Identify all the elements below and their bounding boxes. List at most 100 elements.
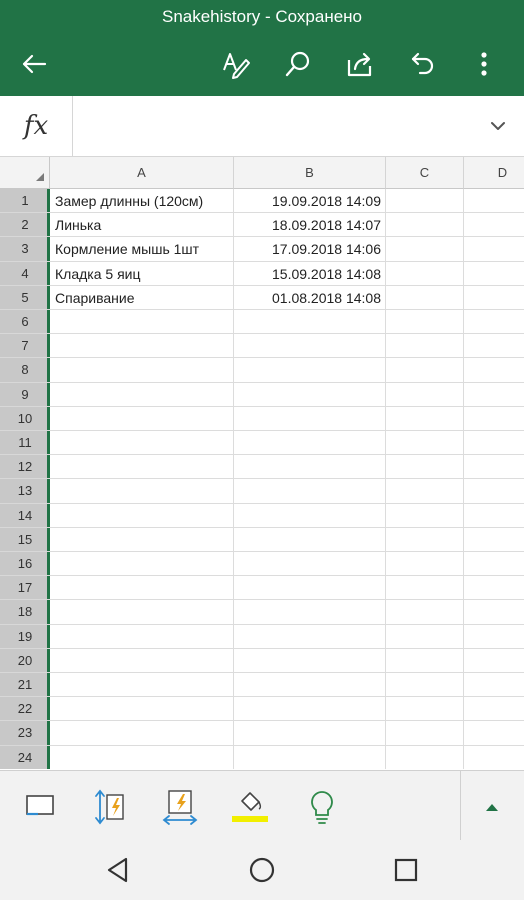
- cell-d[interactable]: [464, 721, 524, 746]
- cell-b[interactable]: [234, 624, 386, 649]
- cell-a[interactable]: [50, 745, 234, 769]
- row-header[interactable]: 8: [0, 358, 50, 383]
- cell-a[interactable]: Линька: [50, 213, 234, 238]
- column-width-icon[interactable]: [160, 787, 200, 827]
- cell-c[interactable]: [386, 697, 464, 722]
- chevron-down-icon[interactable]: [486, 114, 510, 138]
- cell-a[interactable]: [50, 624, 234, 649]
- column-header-d[interactable]: D: [464, 157, 524, 189]
- fx-label[interactable]: fx: [0, 96, 73, 156]
- cell-d[interactable]: [464, 625, 524, 649]
- cell-d[interactable]: [464, 213, 524, 238]
- cell-d[interactable]: [464, 286, 524, 310]
- cell-b[interactable]: [234, 673, 386, 698]
- fill-color-icon[interactable]: [230, 787, 270, 827]
- cell-d[interactable]: [464, 383, 524, 407]
- cell-c[interactable]: [386, 624, 464, 649]
- cell-a[interactable]: [50, 382, 234, 407]
- cell-c[interactable]: [386, 189, 464, 214]
- cell-d[interactable]: [464, 189, 524, 214]
- cell-a[interactable]: [50, 648, 234, 673]
- nav-recents-icon[interactable]: [388, 852, 424, 888]
- row-header[interactable]: 3: [0, 237, 50, 262]
- cell-d[interactable]: [464, 455, 524, 480]
- cell-c[interactable]: [386, 648, 464, 673]
- row-header[interactable]: 16: [0, 552, 50, 577]
- search-icon[interactable]: [278, 44, 318, 84]
- cell-a[interactable]: [50, 503, 234, 528]
- cell-a[interactable]: [50, 576, 234, 601]
- cell-c[interactable]: [386, 406, 464, 431]
- cell-a[interactable]: [50, 479, 234, 504]
- cell-c[interactable]: [386, 261, 464, 286]
- cell-c[interactable]: [386, 310, 464, 335]
- cell-b[interactable]: [234, 527, 386, 552]
- row-header[interactable]: 21: [0, 673, 50, 698]
- cell-c[interactable]: [386, 213, 464, 238]
- cell-d[interactable]: [464, 237, 524, 262]
- row-header[interactable]: 11: [0, 431, 50, 456]
- column-header-b[interactable]: B: [234, 157, 386, 189]
- cell-a[interactable]: [50, 527, 234, 552]
- column-header-c[interactable]: C: [386, 157, 464, 189]
- cell-b[interactable]: 19.09.2018 14:09: [234, 189, 386, 214]
- cell-d[interactable]: [464, 649, 524, 673]
- row-header[interactable]: 7: [0, 334, 50, 359]
- row-header[interactable]: 5: [0, 285, 50, 310]
- cell-b[interactable]: [234, 552, 386, 577]
- cell-d[interactable]: [464, 262, 524, 286]
- cell-b[interactable]: 01.08.2018 14:08: [234, 285, 386, 310]
- row-header[interactable]: 13: [0, 479, 50, 504]
- undo-icon[interactable]: [403, 44, 443, 84]
- row-header[interactable]: 4: [0, 261, 50, 286]
- row-header[interactable]: 12: [0, 455, 50, 480]
- cell-b[interactable]: [234, 745, 386, 769]
- cell-a[interactable]: [50, 552, 234, 577]
- display-icon[interactable]: [20, 787, 60, 827]
- expand-up-icon[interactable]: [472, 787, 512, 827]
- cell-c[interactable]: [386, 503, 464, 528]
- row-header[interactable]: 23: [0, 721, 50, 746]
- cell-c[interactable]: [386, 382, 464, 407]
- cell-c[interactable]: [386, 431, 464, 456]
- cell-a[interactable]: Замер длинны (120см): [50, 189, 234, 214]
- spreadsheet-grid[interactable]: A B C D 1 Замер длинны (120см) 19.09.2018 …: [0, 157, 524, 769]
- cell-d[interactable]: [464, 528, 524, 552]
- row-header[interactable]: 1: [0, 189, 50, 214]
- row-header[interactable]: 22: [0, 697, 50, 722]
- edit-pen-icon[interactable]: [216, 44, 256, 84]
- cell-a[interactable]: Кормление мышь 1шт: [50, 237, 234, 262]
- row-header[interactable]: 6: [0, 310, 50, 335]
- row-header[interactable]: 10: [0, 406, 50, 431]
- cell-b[interactable]: 18.09.2018 14:07: [234, 213, 386, 238]
- share-icon[interactable]: [340, 44, 380, 84]
- cell-b[interactable]: [234, 406, 386, 431]
- cell-b[interactable]: [234, 479, 386, 504]
- cell-a[interactable]: [50, 600, 234, 625]
- cell-c[interactable]: [386, 285, 464, 310]
- cell-c[interactable]: [386, 479, 464, 504]
- cell-a[interactable]: [50, 721, 234, 746]
- cell-b[interactable]: [234, 431, 386, 456]
- cell-d[interactable]: [464, 407, 524, 431]
- cell-b[interactable]: [234, 697, 386, 722]
- cell-a[interactable]: [50, 310, 234, 335]
- row-header[interactable]: 19: [0, 624, 50, 649]
- cell-a[interactable]: [50, 431, 234, 456]
- row-header[interactable]: 14: [0, 503, 50, 528]
- cell-d[interactable]: [464, 746, 524, 769]
- cell-c[interactable]: [386, 600, 464, 625]
- cell-b[interactable]: [234, 648, 386, 673]
- row-header[interactable]: 15: [0, 527, 50, 552]
- cell-b[interactable]: [234, 455, 386, 480]
- cell-d[interactable]: [464, 673, 524, 698]
- cell-b[interactable]: [234, 721, 386, 746]
- nav-back-icon[interactable]: [100, 852, 136, 888]
- cell-c[interactable]: [386, 334, 464, 359]
- formula-input[interactable]: [73, 96, 473, 156]
- row-header[interactable]: 20: [0, 648, 50, 673]
- cell-a[interactable]: Кладка 5 яиц: [50, 261, 234, 286]
- cell-b[interactable]: [234, 503, 386, 528]
- row-header[interactable]: 9: [0, 382, 50, 407]
- back-arrow-icon[interactable]: [14, 44, 54, 84]
